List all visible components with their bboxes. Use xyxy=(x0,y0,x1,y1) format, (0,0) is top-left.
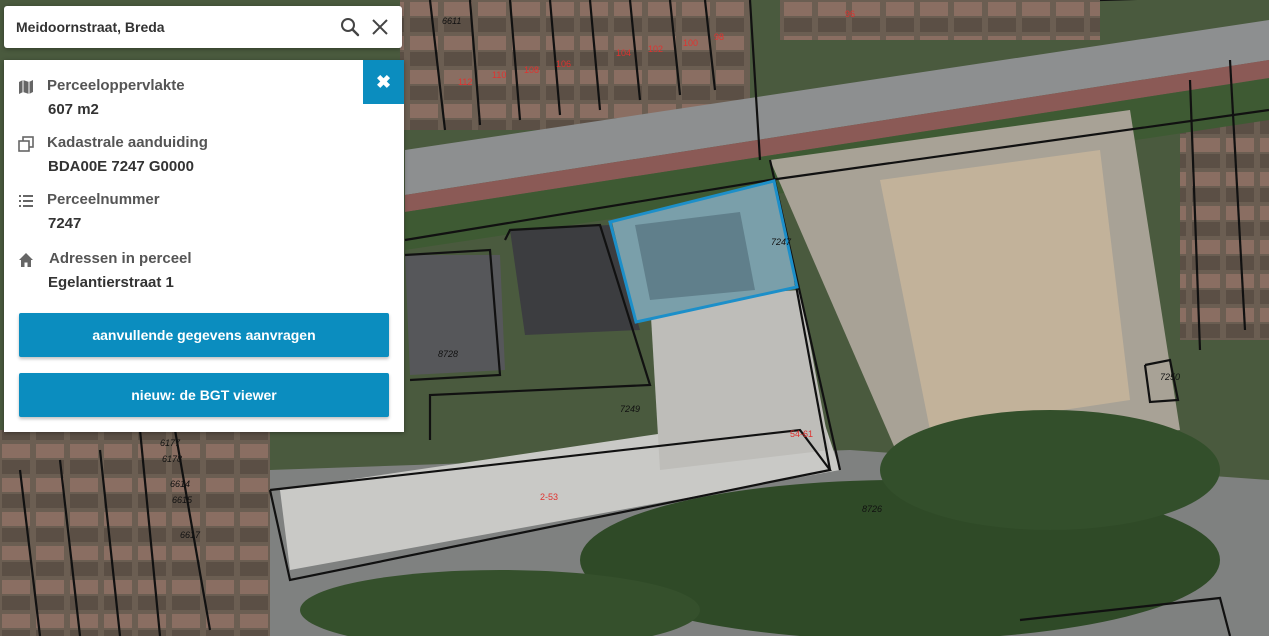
bgt-viewer-button[interactable]: nieuw: de BGT viewer xyxy=(19,373,389,417)
info-label: Adressen in perceel xyxy=(49,250,192,267)
residential-block xyxy=(0,430,270,636)
info-value: 7247 xyxy=(48,215,82,232)
house-number-label: 102 xyxy=(648,44,663,54)
info-value: BDA00E 7247 G0000 xyxy=(48,158,194,175)
house-number-label: 100 xyxy=(683,38,698,48)
info-value: 607 m2 xyxy=(48,101,99,118)
house-number-label: 104 xyxy=(616,48,631,58)
request-data-button[interactable]: aanvullende gegevens aanvragen xyxy=(19,313,389,357)
house-number-label: 54-61 xyxy=(790,429,813,439)
house-number-label: 98 xyxy=(714,32,724,42)
search-icon[interactable] xyxy=(340,17,360,37)
parcel-number-label: 6615 xyxy=(172,495,193,505)
list-icon xyxy=(19,195,33,207)
parcel-number-label: 6178 xyxy=(162,454,182,464)
trees xyxy=(880,410,1220,530)
search-bar xyxy=(4,6,402,48)
house-number-label: 106 xyxy=(556,59,571,69)
copy-icon xyxy=(18,136,34,152)
house-number-label: 110 xyxy=(492,70,506,80)
parcel-number-label: 6614 xyxy=(170,479,190,489)
residential-block xyxy=(780,0,1100,40)
house-number-label: 2-53 xyxy=(540,492,558,502)
parcel-number-label: 6617 xyxy=(180,530,201,540)
info-label: Perceeloppervlakte xyxy=(47,77,185,94)
parcel-number-label: 6611 xyxy=(442,16,461,26)
parcel-number-label: 8728 xyxy=(438,349,458,359)
house-number-label: 112 xyxy=(458,77,472,87)
parcel-info-panel: ✖ Perceeloppervlakte 607 m2 Kadastrale a… xyxy=(4,60,404,432)
map-icon xyxy=(19,80,33,94)
parcel-number-label: 6177 xyxy=(160,438,181,448)
parcel-number-label: 8726 xyxy=(862,504,882,514)
search-input[interactable] xyxy=(16,19,326,35)
house-number-label: 108 xyxy=(524,65,539,75)
parcel-number-label: 7249 xyxy=(620,404,640,414)
parcel-number-label: 7250 xyxy=(1160,372,1180,382)
close-icon[interactable] xyxy=(370,17,390,37)
info-label: Perceelnummer xyxy=(47,191,160,208)
house-number-label: 96 xyxy=(845,9,855,19)
info-value: Egelantierstraat 1 xyxy=(48,274,174,291)
home-icon xyxy=(19,253,33,267)
info-label: Kadastrale aanduiding xyxy=(47,134,208,151)
close-panel-button[interactable]: ✖ xyxy=(363,60,404,104)
parcel-number-label: 7247 xyxy=(771,237,792,247)
